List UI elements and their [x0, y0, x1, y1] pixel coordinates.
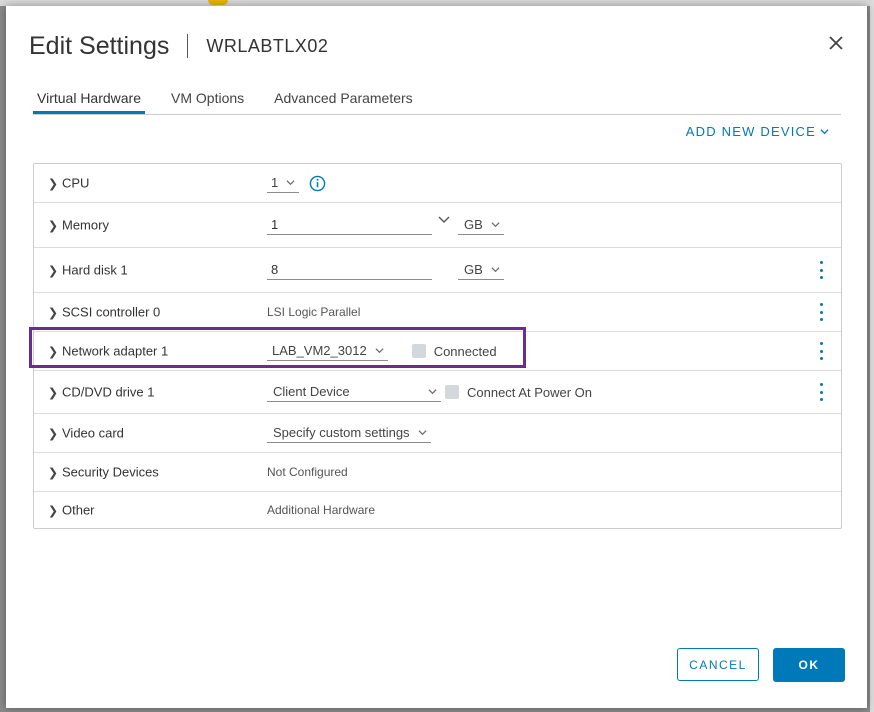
other-value: Additional Hardware — [267, 503, 376, 517]
network-select-value: LAB_VM2_3012 — [272, 343, 367, 358]
ok-button[interactable]: OK — [773, 648, 845, 682]
chevron-down-icon — [375, 348, 384, 354]
chevron-right-icon: ❯ — [48, 218, 59, 232]
network-select[interactable]: LAB_VM2_3012 — [267, 341, 388, 361]
video-card-label: Video card — [62, 425, 124, 441]
cd-dvd-value-group: Client Device Connect At Power On — [267, 382, 592, 402]
chevron-right-icon: ❯ — [48, 344, 59, 358]
dialog-header: Edit Settings WRLABTLX02 — [29, 28, 328, 64]
cd-dvd-label: CD/DVD drive 1 — [62, 384, 155, 400]
scsi-expander[interactable]: ❯ SCSI controller 0 — [48, 305, 160, 320]
scsi-value-group: LSI Logic Parallel — [267, 305, 360, 319]
info-icon[interactable] — [309, 175, 326, 192]
tab-vm-options[interactable]: VM Options — [167, 88, 248, 113]
chevron-right-icon: ❯ — [48, 426, 59, 440]
cd-dvd-expander[interactable]: ❯ CD/DVD drive 1 — [48, 385, 154, 400]
video-card-select[interactable]: Specify custom settings — [267, 423, 431, 443]
hard-disk-expander[interactable]: ❯ Hard disk 1 — [48, 263, 128, 278]
cd-dvd-select-value: Client Device — [273, 384, 350, 399]
video-card-select-value: Specify custom settings — [273, 425, 410, 440]
hard-disk-unit-value: GB — [464, 262, 483, 277]
hardware-row-cd-dvd: ❯ CD/DVD drive 1 Client Device Connect A… — [34, 371, 841, 414]
chevron-down-icon — [286, 180, 295, 186]
hardware-row-video-card: ❯ Video card Specify custom settings — [34, 414, 841, 453]
cpu-select-value: 1 — [271, 175, 279, 190]
memory-expander[interactable]: ❯ Memory — [48, 218, 109, 233]
edit-settings-dialog: Edit Settings WRLABTLX02 Virtual Hardwar… — [6, 6, 867, 708]
tab-bar: Virtual Hardware VM Options Advanced Par… — [33, 88, 841, 115]
cd-dvd-more-icon[interactable] — [815, 383, 827, 401]
chevron-right-icon: ❯ — [48, 385, 59, 399]
hardware-row-cpu: ❯ CPU 1 — [34, 164, 841, 203]
hardware-row-hard-disk: ❯ Hard disk 1 8 GB — [34, 248, 841, 293]
security-devices-label: Security Devices — [62, 464, 159, 480]
chevron-down-icon — [491, 267, 500, 273]
cancel-button[interactable]: CANCEL — [677, 648, 759, 681]
scsi-label: SCSI controller 0 — [62, 304, 161, 320]
add-new-device-button[interactable]: ADD NEW DEVICE — [686, 124, 829, 139]
network-adapter-more-icon[interactable] — [815, 342, 827, 360]
chevron-right-icon: ❯ — [48, 503, 59, 517]
security-devices-value: Not Configured — [267, 465, 348, 479]
memory-input[interactable]: 1 — [267, 215, 432, 235]
chevron-down-icon — [428, 389, 437, 395]
hardware-row-other: ❯ Other Additional Hardware — [34, 492, 841, 528]
chevron-right-icon: ❯ — [48, 263, 59, 277]
cpu-label: CPU — [62, 175, 90, 191]
hardware-row-network-adapter: ❯ Network adapter 1 LAB_VM2_3012 Connect… — [34, 332, 841, 371]
vm-name: WRLABTLX02 — [206, 35, 329, 56]
add-new-device-label: ADD NEW DEVICE — [685, 124, 816, 139]
connected-label: Connected — [433, 343, 497, 359]
hard-disk-unit-select[interactable]: GB — [458, 260, 504, 280]
cpu-value-group: 1 — [267, 173, 326, 193]
memory-value-group: 1 GB — [267, 215, 504, 235]
hardware-grid: ❯ CPU 1 ❯ Memory 1 GB ❯ Hard disk 1 8 GB… — [33, 163, 842, 529]
cpu-expander[interactable]: ❯ CPU — [48, 176, 89, 191]
hard-disk-input[interactable]: 8 — [267, 260, 432, 280]
background-window-edge — [870, 0, 874, 712]
video-card-value-group: Specify custom settings — [267, 423, 431, 443]
connect-at-power-on-label: Connect At Power On — [467, 384, 593, 400]
memory-unit-select[interactable]: GB — [458, 215, 504, 235]
other-value-group: Additional Hardware — [267, 503, 375, 517]
tab-virtual-hardware[interactable]: Virtual Hardware — [33, 88, 146, 114]
title-separator — [187, 34, 189, 58]
hardware-row-scsi: ❯ SCSI controller 0 LSI Logic Parallel — [34, 293, 841, 332]
dialog-title: Edit Settings — [29, 31, 170, 60]
hardware-row-memory: ❯ Memory 1 GB — [34, 203, 841, 248]
other-expander[interactable]: ❯ Other — [48, 503, 95, 518]
background-warning-badge — [208, 0, 228, 5]
chevron-down-icon — [820, 129, 829, 135]
chevron-down-icon — [491, 222, 500, 228]
chevron-down-icon[interactable] — [438, 215, 450, 225]
network-adapter-value-group: LAB_VM2_3012 Connected — [267, 341, 497, 361]
video-card-expander[interactable]: ❯ Video card — [48, 426, 124, 441]
hard-disk-label: Hard disk 1 — [62, 262, 128, 278]
close-icon[interactable] — [827, 34, 845, 52]
hard-disk-value-group: 8 GB — [267, 260, 504, 280]
chevron-right-icon: ❯ — [48, 305, 59, 319]
connect-at-power-on-checkbox[interactable] — [445, 385, 459, 399]
security-devices-value-group: Not Configured — [267, 465, 348, 479]
network-adapter-label: Network adapter 1 — [62, 343, 169, 359]
memory-unit-value: GB — [464, 217, 483, 232]
scsi-value: LSI Logic Parallel — [267, 305, 361, 319]
memory-label: Memory — [62, 217, 109, 233]
cd-dvd-select[interactable]: Client Device — [267, 382, 441, 402]
connected-checkbox[interactable] — [411, 344, 426, 358]
security-devices-expander[interactable]: ❯ Security Devices — [48, 465, 159, 480]
scsi-more-icon[interactable] — [815, 303, 827, 321]
chevron-right-icon: ❯ — [48, 176, 59, 190]
chevron-down-icon — [418, 430, 427, 436]
network-adapter-expander[interactable]: ❯ Network adapter 1 — [48, 344, 168, 359]
chevron-right-icon: ❯ — [48, 465, 59, 479]
other-label: Other — [62, 502, 95, 518]
tab-advanced-parameters[interactable]: Advanced Parameters — [270, 88, 417, 113]
hardware-row-security-devices: ❯ Security Devices Not Configured — [34, 453, 841, 492]
cpu-select[interactable]: 1 — [267, 173, 300, 193]
hard-disk-more-icon[interactable] — [815, 261, 827, 279]
